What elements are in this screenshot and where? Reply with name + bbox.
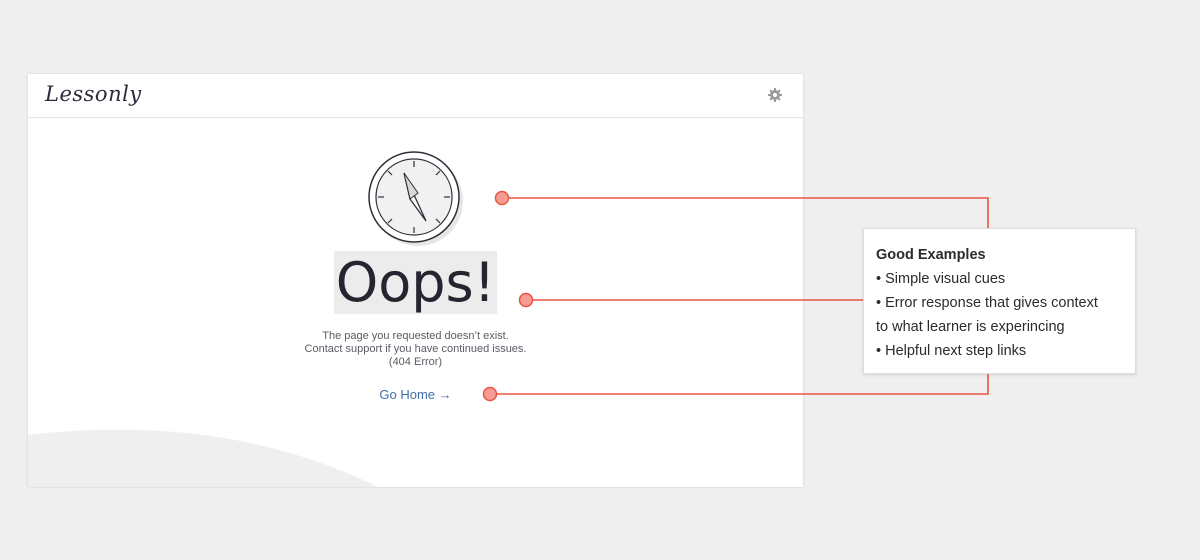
callout-bullet: • Error response that gives context — [876, 295, 1098, 311]
callout-bullet: to what learner is experincing — [876, 319, 1065, 335]
callout-bullet: • Simple visual cues — [876, 271, 1006, 287]
marker-dot — [482, 386, 498, 402]
callout-title: Good Examples — [876, 247, 986, 263]
marker-dot — [518, 292, 534, 308]
annotation-callout: Good Examples • Simple visual cues • Err… — [863, 228, 1136, 374]
callout-bullet: • Helpful next step links — [876, 343, 1027, 359]
marker-dot — [494, 190, 510, 206]
